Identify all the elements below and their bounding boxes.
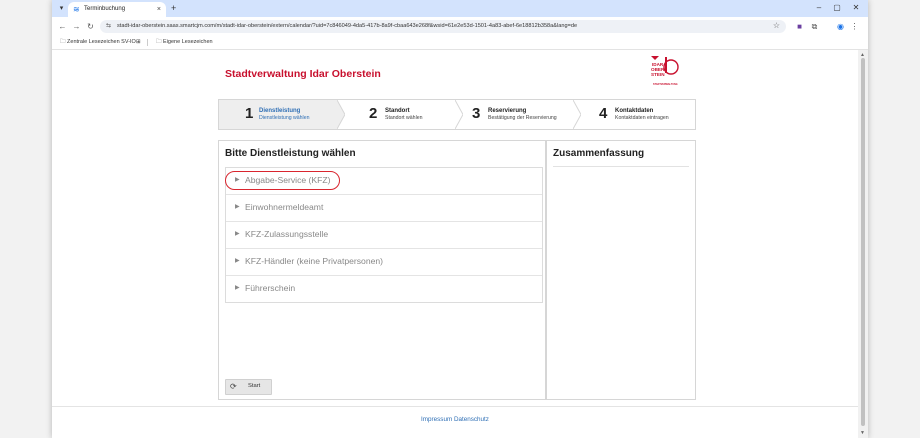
step-location[interactable]: 2 Standort Standort wählen — [345, 100, 455, 129]
list-item[interactable]: ▶ Einwohnermeldeamt — [226, 195, 542, 222]
chevron-down-icon[interactable]: ▾ — [56, 3, 67, 14]
background-left — [0, 0, 52, 438]
step-number: 1 — [245, 105, 254, 122]
service-label: Abgabe-Service (KFZ) — [245, 175, 331, 185]
service-label: KFZ-Händler (keine Privatpersonen) — [245, 256, 384, 266]
list-item[interactable]: ▶ Abgabe-Service (KFZ) — [225, 168, 542, 195]
apps-grid-icon[interactable]: ⊞ — [136, 38, 141, 47]
service-list: ▶ Abgabe-Service (KFZ) ▶ Einwohnermeldea… — [225, 167, 543, 303]
back-arrow-icon[interactable]: ← — [57, 21, 68, 32]
step-subtitle: Kontaktdaten eintragen — [615, 115, 669, 121]
kebab-menu-icon[interactable]: ⋮ — [849, 21, 860, 32]
bookmark-folder-own[interactable]: 🗀 Eigene Lesezeichen — [156, 38, 213, 47]
url-text[interactable]: stadt-idar-oberstein.saas.smartcjm.com/m… — [117, 22, 577, 31]
step-title: Reservierung — [488, 108, 527, 114]
divider — [147, 39, 148, 46]
service-label: Führerschein — [245, 283, 296, 293]
summary-panel: Zusammenfassung — [546, 140, 696, 400]
impressum-link[interactable]: Impressum — [421, 416, 452, 423]
logo-caption: STADTVERWALTUNG — [653, 83, 678, 86]
start-label: Start — [248, 383, 261, 389]
new-tab-button[interactable]: + — [171, 3, 176, 14]
step-service[interactable]: 1 Dienstleistung Dienstleistung wählen — [219, 100, 337, 129]
start-button[interactable]: ⟳ Start — [225, 379, 272, 395]
calendar-favicon-icon: ≋ — [73, 5, 80, 14]
caret-right-icon: ▶ — [235, 204, 240, 210]
divider — [52, 406, 858, 407]
step-number: 2 — [369, 105, 378, 122]
browser-tab[interactable]: ≋ Terminbuchung × — [68, 2, 166, 17]
step-separator — [337, 100, 345, 129]
address-bar[interactable]: ⇆ stadt-idar-oberstein.saas.smartcjm.com… — [100, 20, 786, 33]
step-number: 3 — [472, 105, 481, 122]
footer: Impressum Datenschutz — [52, 416, 858, 423]
forward-arrow-icon[interactable]: → — [71, 21, 82, 32]
caret-right-icon: ▶ — [235, 231, 240, 237]
minimize-button[interactable]: – — [811, 2, 827, 14]
page-scrollbar[interactable]: ▲ ▼ — [858, 50, 868, 438]
list-item[interactable]: ▶ KFZ-Händler (keine Privatpersonen) — [226, 249, 542, 276]
page-title: Stadtverwaltung Idar Oberstein — [225, 68, 381, 80]
bookmarks-bar: 🗀 Zentrale Lesezeichen SV-IO ⊞ 🗀 Eigene … — [52, 36, 868, 50]
datenschutz-link[interactable]: Datenschutz — [454, 416, 489, 423]
folder-icon: 🗀 — [156, 39, 162, 45]
folder-icon: 🗀 — [60, 39, 66, 45]
divider — [553, 166, 689, 167]
star-icon[interactable]: ☆ — [773, 21, 780, 31]
puzzle-icon[interactable]: ⧉ — [809, 21, 820, 32]
step-title: Dienstleistung — [259, 108, 301, 114]
step-subtitle: Dienstleistung wählen — [259, 115, 310, 121]
scroll-thumb[interactable] — [861, 58, 865, 426]
service-heading: Bitte Dienstleistung wählen — [225, 148, 356, 159]
step-subtitle: Bestätigung der Reservierung — [488, 115, 557, 121]
restart-icon: ⟳ — [230, 382, 237, 391]
reload-icon[interactable]: ↻ — [85, 21, 96, 32]
list-item[interactable]: ▶ KFZ-Zulassungsstelle — [226, 222, 542, 249]
list-item[interactable]: ▶ Führerschein — [226, 276, 542, 302]
bookmark-folder-central[interactable]: 🗀 Zentrale Lesezeichen SV-IO — [60, 38, 136, 47]
caret-right-icon: ▶ — [235, 177, 240, 183]
profile-icon[interactable]: ◉ — [835, 21, 846, 32]
close-window-button[interactable]: ✕ — [848, 2, 864, 14]
service-label: KFZ-Zulassungsstelle — [245, 229, 329, 239]
city-logo: IDAR OBER STEIN STADTVERWALTUNG — [651, 56, 679, 86]
site-info-icon[interactable]: ⇆ — [106, 22, 111, 31]
close-icon[interactable]: × — [157, 5, 161, 14]
step-subtitle: Standort wählen — [385, 115, 423, 121]
caret-right-icon: ▶ — [235, 285, 240, 291]
page-content: Stadtverwaltung Idar Oberstein IDAR OBER… — [52, 50, 858, 438]
tab-title: Terminbuchung — [84, 6, 126, 12]
tab-strip: ▾ ≋ Terminbuchung × + – ▢ ✕ — [52, 0, 868, 17]
service-label: Einwohnermeldeamt — [245, 202, 324, 212]
step-title: Kontaktdaten — [615, 108, 654, 114]
scroll-down-icon[interactable]: ▼ — [860, 430, 865, 436]
step-contact[interactable]: 4 Kontaktdaten Kontaktdaten eintragen — [581, 100, 695, 129]
browser-toolbar: ← → ↻ ⇆ stadt-idar-oberstein.saas.smartc… — [52, 17, 868, 36]
bookmark-label: Zentrale Lesezeichen SV-IO — [67, 39, 136, 45]
step-reservation[interactable]: 3 Reservierung Bestätigung der Reservier… — [463, 100, 577, 129]
step-separator — [573, 100, 581, 129]
logo-line: STEIN — [651, 72, 665, 77]
step-separator — [455, 100, 463, 129]
summary-heading: Zusammenfassung — [553, 148, 645, 159]
background-right — [868, 0, 920, 438]
browser-window: ▾ ≋ Terminbuchung × + – ▢ ✕ ← → ↻ ⇆ stad… — [52, 0, 868, 438]
bookmark-label: Eigene Lesezeichen — [163, 39, 213, 45]
step-title: Standort — [385, 108, 410, 114]
progress-stepper: 1 Dienstleistung Dienstleistung wählen 2… — [218, 99, 696, 130]
service-panel: Bitte Dienstleistung wählen ▶ Abgabe-Ser… — [218, 140, 546, 400]
step-number: 4 — [599, 105, 608, 122]
restore-button[interactable]: ▢ — [829, 2, 845, 14]
caret-right-icon: ▶ — [235, 258, 240, 264]
extension-icon[interactable]: ■ — [794, 21, 805, 32]
